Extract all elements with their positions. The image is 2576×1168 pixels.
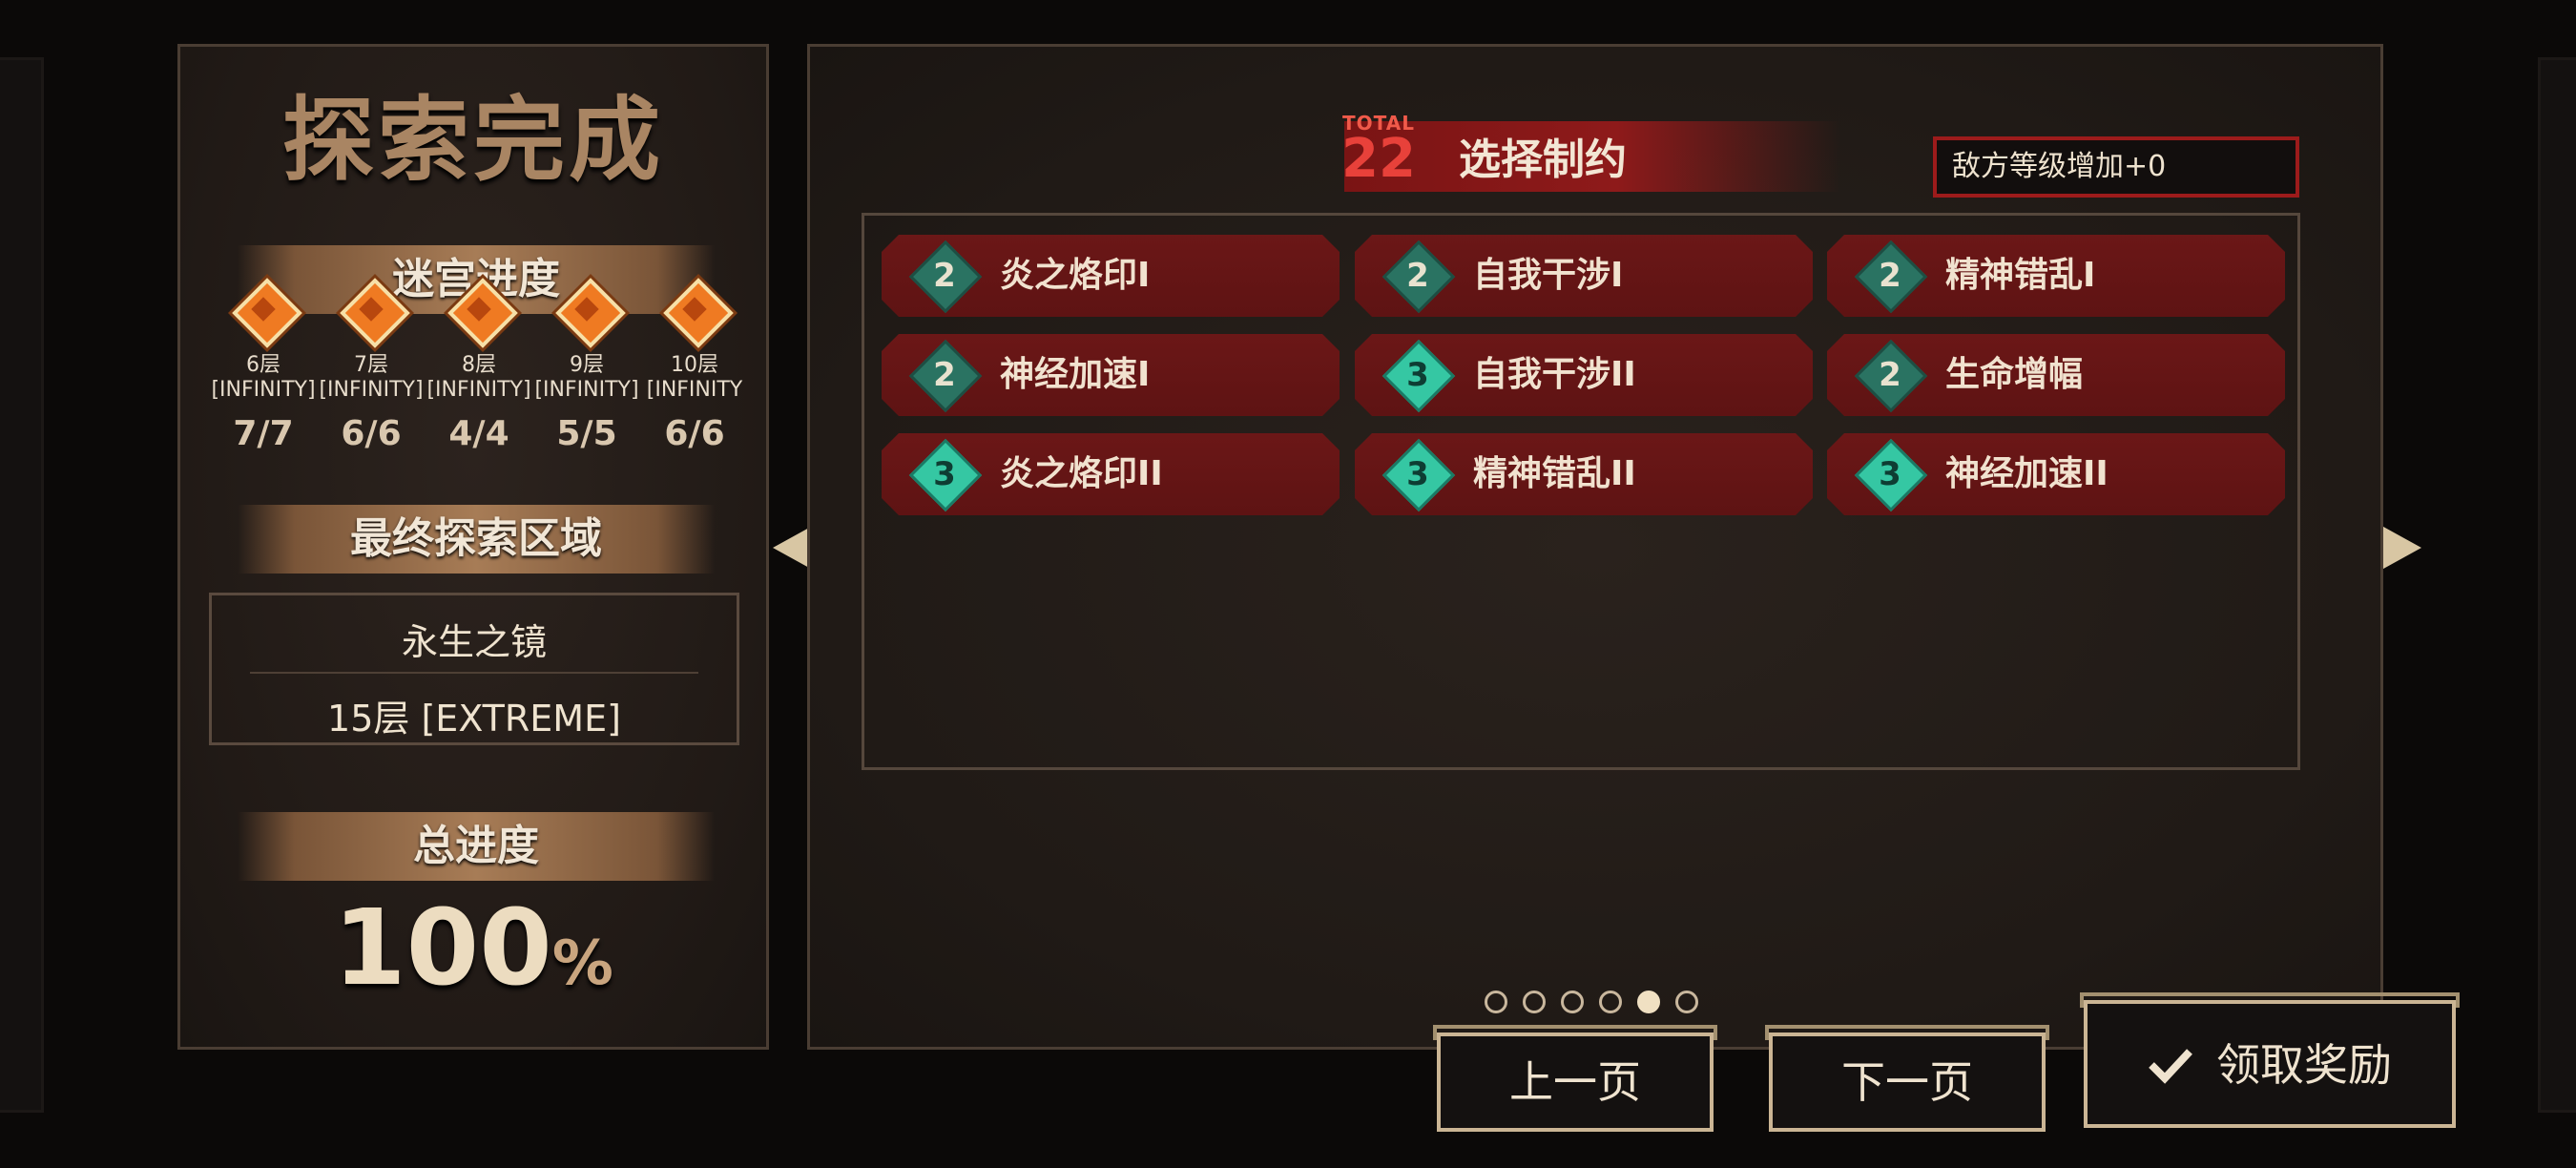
restriction-grid: 2 炎之烙印I 2 自我干涉I 2 精神错乱I 2 神经加速I 3 自我干涉II…: [862, 213, 2300, 770]
page-dot[interactable]: [1675, 991, 1698, 1013]
restriction-level: 3: [1879, 455, 1901, 493]
next-page-label: 下一页: [1841, 1056, 1973, 1108]
restriction-card[interactable]: 2 生命增幅: [1827, 334, 2285, 416]
restriction-panel: TOTAL 22 选择制约 敌方等级增加+0 2 炎之烙印I 2 自我干涉I 2…: [807, 44, 2383, 1050]
floor-gem-icon: [447, 278, 518, 348]
divider: [250, 672, 698, 674]
floor-count: 7/7: [233, 414, 294, 453]
total-progress-unit: %: [551, 928, 613, 999]
floor-gem-icon: [555, 278, 626, 348]
page-dot[interactable]: [1523, 991, 1546, 1013]
next-page-button[interactable]: 下一页: [1765, 1025, 2049, 1132]
floor-difficulty: [INFINITY]: [534, 378, 639, 402]
floor-gem-icon: [663, 278, 734, 348]
exploration-summary-panel: 探索完成 迷宫进度 6层 [INFINITY] 7/7 7层 [INFINITY…: [177, 44, 769, 1050]
floor-name: 9层: [570, 353, 604, 377]
floor-difficulty: [INFINITY]: [319, 378, 424, 402]
restriction-name: 生命增幅: [1945, 355, 2084, 394]
page-title: 探索完成: [282, 87, 664, 194]
restriction-card[interactable]: 3 自我干涉II: [1355, 334, 1813, 416]
restriction-title: 选择制约: [1459, 136, 1627, 184]
floor-item: 7层 [INFINITY] 6/6: [317, 278, 426, 453]
claim-reward-label: 领取奖励: [2216, 1039, 2392, 1091]
restriction-name: 炎之烙印I: [1000, 256, 1151, 295]
floor-difficulty: [INFINITY]: [211, 378, 316, 402]
floor-difficulty: [INFINITY]: [426, 378, 531, 402]
floor-count: 6/6: [664, 414, 725, 453]
restriction-name: 神经加速I: [1000, 355, 1151, 394]
restriction-card[interactable]: 2 神经加速I: [882, 334, 1340, 416]
total-progress-number: 100: [333, 886, 552, 1009]
page-dot-active[interactable]: [1637, 991, 1660, 1013]
claim-reward-button[interactable]: 领取奖励: [2080, 992, 2460, 1130]
floor-name: 8层: [462, 353, 496, 377]
restriction-name: 神经加速II: [1945, 454, 2109, 493]
total-progress-header: 总进度: [238, 812, 715, 881]
restriction-level: 2: [933, 356, 956, 394]
final-area-header: 最终探索区域: [238, 505, 715, 574]
restriction-card[interactable]: 3 炎之烙印II: [882, 433, 1340, 515]
restriction-level: 2: [933, 257, 956, 295]
floor-name: 6层: [246, 353, 280, 377]
enemy-level-indicator: 敌方等级增加+0: [1933, 136, 2299, 198]
restriction-card[interactable]: 2 炎之烙印I: [882, 235, 1340, 317]
page-dot[interactable]: [1485, 991, 1507, 1013]
floor-difficulty: [INFINITY: [646, 378, 743, 402]
restriction-card[interactable]: 3 神经加速II: [1827, 433, 2285, 515]
frame-left-decoration: [0, 57, 44, 1113]
total-value: 22: [1341, 128, 1416, 190]
page-dot[interactable]: [1599, 991, 1622, 1013]
restriction-name: 自我干涉I: [1473, 256, 1624, 295]
floor-item: 8层 [INFINITY] 4/4: [425, 278, 533, 453]
total-score-badge: TOTAL 22: [1340, 112, 1417, 186]
previous-page-button[interactable]: 上一页: [1433, 1025, 1717, 1132]
previous-page-label: 上一页: [1509, 1056, 1641, 1108]
restriction-card[interactable]: 2 自我干涉I: [1355, 235, 1813, 317]
floor-item: 10层 [INFINITY 6/6: [640, 278, 749, 453]
restriction-name: 自我干涉II: [1473, 355, 1636, 394]
restriction-name: 精神错乱II: [1473, 454, 1636, 493]
floor-gem-icon: [232, 278, 302, 348]
page-dot[interactable]: [1561, 991, 1584, 1013]
restriction-level: 2: [1879, 257, 1901, 295]
restriction-level: 3: [933, 455, 956, 493]
final-area-box: 永生之镜 15层 [EXTREME]: [209, 593, 739, 745]
restriction-name: 炎之烙印II: [1000, 454, 1163, 493]
restriction-level: 2: [1879, 356, 1901, 394]
floor-item: 9层 [INFINITY] 5/5: [532, 278, 641, 453]
floor-progress-list: 6层 [INFINITY] 7/7 7层 [INFINITY] 6/6 8层 […: [209, 278, 743, 510]
final-area-floor: 15层 [EXTREME]: [327, 698, 621, 740]
checkmark-icon: [2148, 1008, 2193, 1130]
frame-right-decoration: [2538, 57, 2576, 1113]
floor-gem-icon: [340, 278, 410, 348]
floor-count: 4/4: [448, 414, 509, 453]
restriction-level: 3: [1406, 356, 1429, 394]
restriction-card[interactable]: 3 精神错乱II: [1355, 433, 1813, 515]
final-area-name: 永生之镜: [401, 621, 547, 663]
floor-item: 6层 [INFINITY] 7/7: [209, 278, 318, 453]
floor-name: 10层: [671, 353, 718, 377]
total-progress-value: 100%: [180, 886, 766, 1009]
restriction-name: 精神错乱I: [1945, 256, 2096, 295]
floor-name: 7层: [354, 353, 388, 377]
floor-count: 6/6: [341, 414, 402, 453]
restriction-level: 3: [1406, 455, 1429, 493]
restriction-card[interactable]: 2 精神错乱I: [1827, 235, 2285, 317]
restriction-level: 2: [1406, 257, 1429, 295]
floor-count: 5/5: [556, 414, 617, 453]
